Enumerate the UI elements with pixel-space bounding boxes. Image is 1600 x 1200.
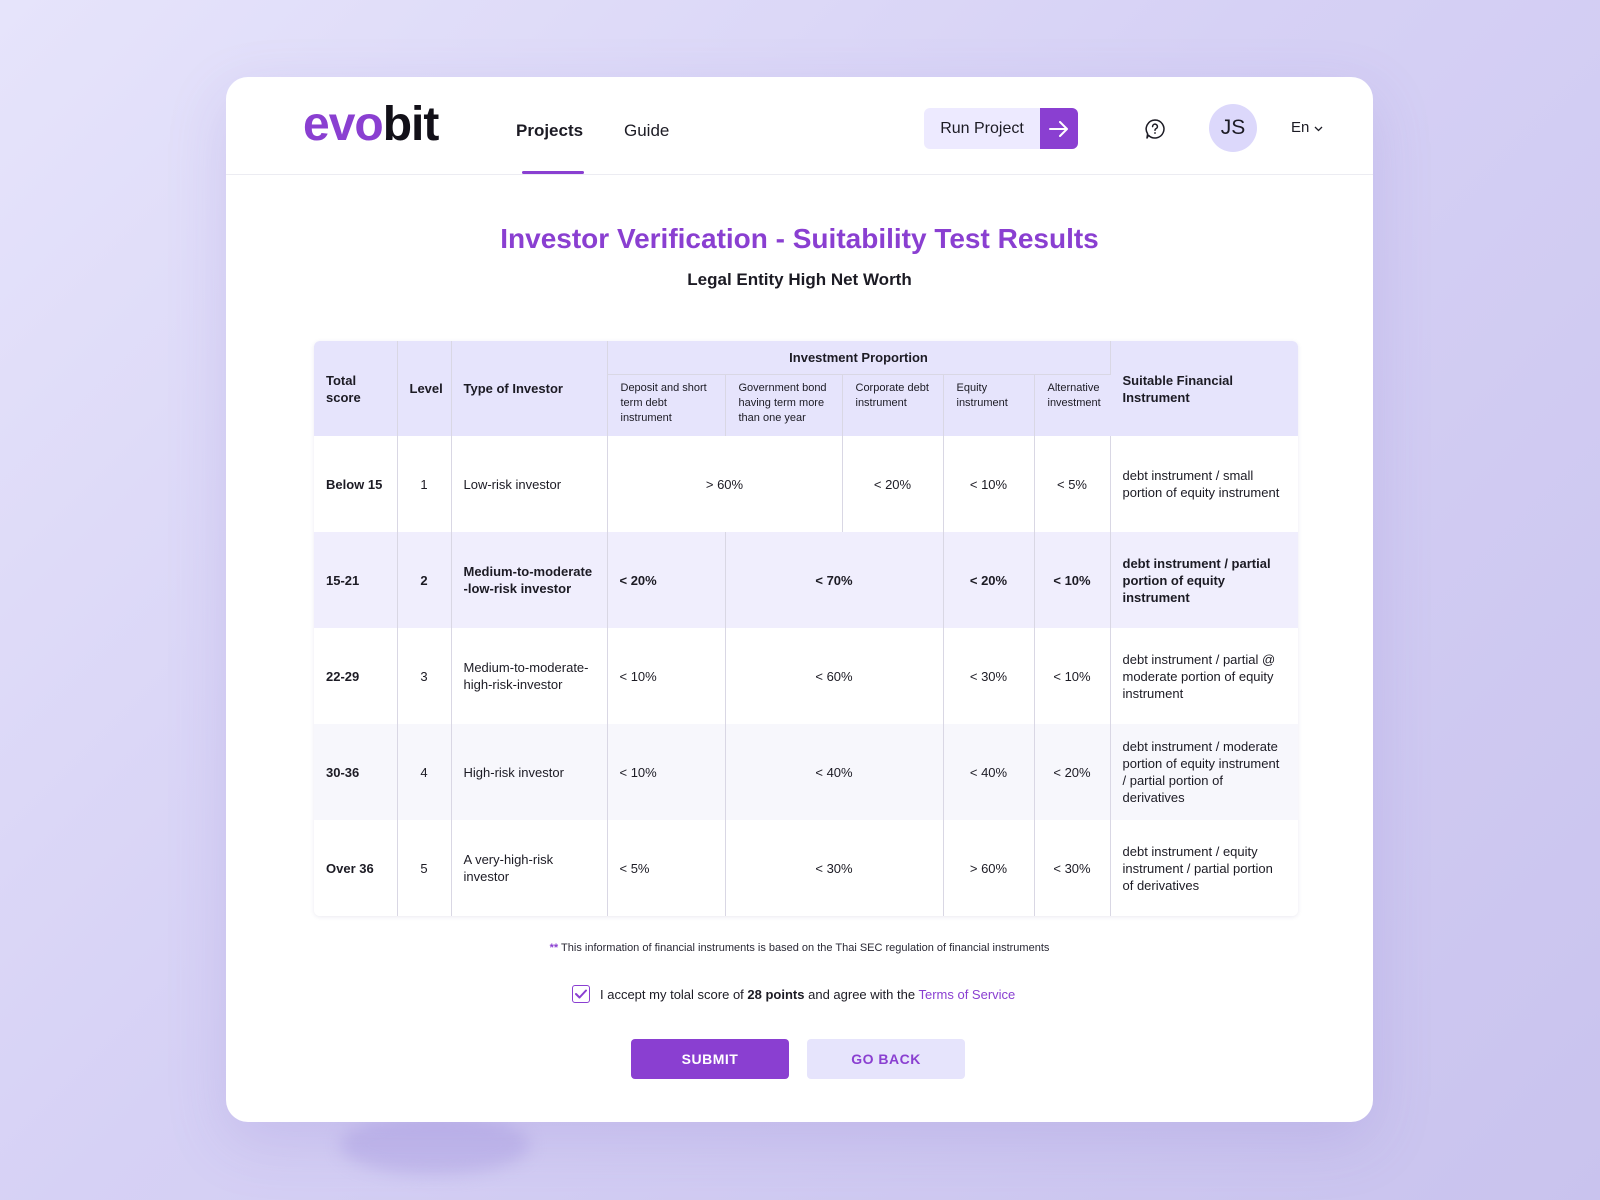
cell-level: 2: [397, 532, 452, 628]
accept-terms-row: I accept my tolal score of 28 points and…: [572, 985, 1015, 1003]
cell-alternative: < 20%: [1034, 724, 1111, 820]
accept-prefix: I accept my tolal score of: [600, 986, 744, 1002]
top-navbar: evobit Projects Guide Run Project JS En: [226, 77, 1373, 175]
arrow-right-icon: [1040, 108, 1078, 149]
cell-score: Below 15: [314, 436, 398, 532]
cell-deposit: < 10%: [607, 724, 726, 820]
submit-button[interactable]: SUBMIT: [631, 1039, 789, 1079]
cell-suitable: debt instrument / small portion of equit…: [1110, 436, 1298, 532]
table-row: Over 36 5 A very-high-risk investor < 5%…: [314, 820, 1298, 916]
cell-level: 3: [397, 628, 452, 724]
cell-gov-corp: < 30%: [725, 820, 944, 916]
cell-score: 15-21: [314, 532, 398, 628]
cell-type: Low-risk investor: [451, 436, 608, 532]
cell-level: 1: [397, 436, 452, 532]
header-investment-proportion: Investment Proportion: [607, 341, 1111, 375]
header-corporate-debt: Corporate debt instrument: [842, 374, 944, 436]
cell-level: 4: [397, 724, 452, 820]
avatar[interactable]: JS: [1209, 104, 1257, 152]
logo[interactable]: evobit: [303, 98, 440, 151]
go-back-button[interactable]: GO BACK: [807, 1039, 965, 1079]
header-total-score: Total score: [314, 341, 398, 436]
cell-alternative: < 30%: [1034, 820, 1111, 916]
cell-type: Medium-to-moderate-high-risk-investor: [451, 628, 608, 724]
cell-gov-corp: < 70%: [725, 532, 944, 628]
active-tab-indicator: [522, 171, 584, 174]
accept-points: 28 points: [747, 986, 805, 1002]
header-type: Type of Investor: [451, 341, 608, 436]
footnote: ** This information of financial instrum…: [226, 942, 1373, 954]
header-level: Level: [397, 341, 452, 436]
language-label: En: [1291, 119, 1310, 136]
accept-checkbox[interactable]: [572, 985, 590, 1003]
background-shadow: [340, 1115, 530, 1175]
cell-suitable: debt instrument / equity instrument / pa…: [1110, 820, 1298, 916]
logo-evo: evo: [303, 98, 384, 151]
cell-corporate: < 20%: [842, 436, 944, 532]
page-title: Investor Verification - Suitability Test…: [500, 223, 1099, 254]
terms-of-service-link[interactable]: Terms of Service: [918, 987, 1015, 1002]
table-row: Below 15 1 Low-risk investor > 60% < 20%…: [314, 436, 1298, 532]
cell-suitable: debt instrument / moderate portion of eq…: [1110, 724, 1298, 820]
cell-level: 5: [397, 820, 452, 916]
cell-equity: < 40%: [943, 724, 1035, 820]
header-deposit: Deposit and short term debt instrument: [607, 374, 726, 436]
help-icon[interactable]: [1144, 118, 1166, 140]
cell-deposit: < 10%: [607, 628, 726, 724]
cell-score: 22-29: [314, 628, 398, 724]
cell-suitable: debt instrument / partial @ moderate por…: [1110, 628, 1298, 724]
cell-alternative: < 5%: [1034, 436, 1111, 532]
cell-type: A very-high-risk investor: [451, 820, 608, 916]
run-project-button[interactable]: Run Project: [924, 108, 1078, 149]
cell-equity: < 30%: [943, 628, 1035, 724]
header-government-bond: Government bond having term more than on…: [725, 374, 843, 436]
footnote-stars: **: [549, 942, 559, 954]
cell-deposit: < 5%: [607, 820, 726, 916]
cell-deposit-gov: > 60%: [607, 436, 843, 532]
table-row-highlighted: 15-21 2 Medium-to-moderate -low-risk inv…: [314, 532, 1298, 628]
cell-deposit: < 20%: [607, 532, 726, 628]
tab-projects[interactable]: Projects: [516, 121, 583, 141]
main-card: evobit Projects Guide Run Project JS En …: [226, 77, 1373, 1122]
header-alternative: Alternative investment: [1034, 374, 1110, 436]
cell-equity: > 60%: [943, 820, 1035, 916]
header-equity: Equity instrument: [943, 374, 1035, 436]
chevron-down-icon: [1314, 119, 1323, 136]
cell-alternative: < 10%: [1034, 532, 1111, 628]
table-row: 22-29 3 Medium-to-moderate-high-risk-inv…: [314, 628, 1298, 724]
check-icon: [575, 989, 587, 999]
tab-guide[interactable]: Guide: [624, 121, 669, 141]
footnote-text: This information of financial instrument…: [561, 942, 1050, 954]
cell-gov-corp: < 40%: [725, 724, 944, 820]
cell-score: Over 36: [314, 820, 398, 916]
page-subtitle: Legal Entity High Net Worth: [687, 270, 912, 289]
cell-alternative: < 10%: [1034, 628, 1111, 724]
table-row: 30-36 4 High-risk investor < 10% < 40% <…: [314, 724, 1298, 820]
language-selector[interactable]: En: [1291, 119, 1323, 136]
cell-gov-corp: < 60%: [725, 628, 944, 724]
cell-type: High-risk investor: [451, 724, 608, 820]
cell-equity: < 10%: [943, 436, 1035, 532]
run-project-label: Run Project: [940, 119, 1024, 137]
accept-middle: and agree with the: [808, 986, 916, 1002]
cell-score: 30-36: [314, 724, 398, 820]
cell-equity: < 20%: [943, 532, 1035, 628]
cell-suitable: debt instrument / partial portion of equ…: [1110, 532, 1298, 628]
suitability-table: Total score Level Type of Investor Inves…: [314, 341, 1298, 916]
logo-bit: bit: [382, 98, 440, 151]
header-suitable-instrument: Suitable Financial Instrument: [1110, 341, 1298, 436]
cell-type: Medium-to-moderate -low-risk investor: [451, 532, 608, 628]
